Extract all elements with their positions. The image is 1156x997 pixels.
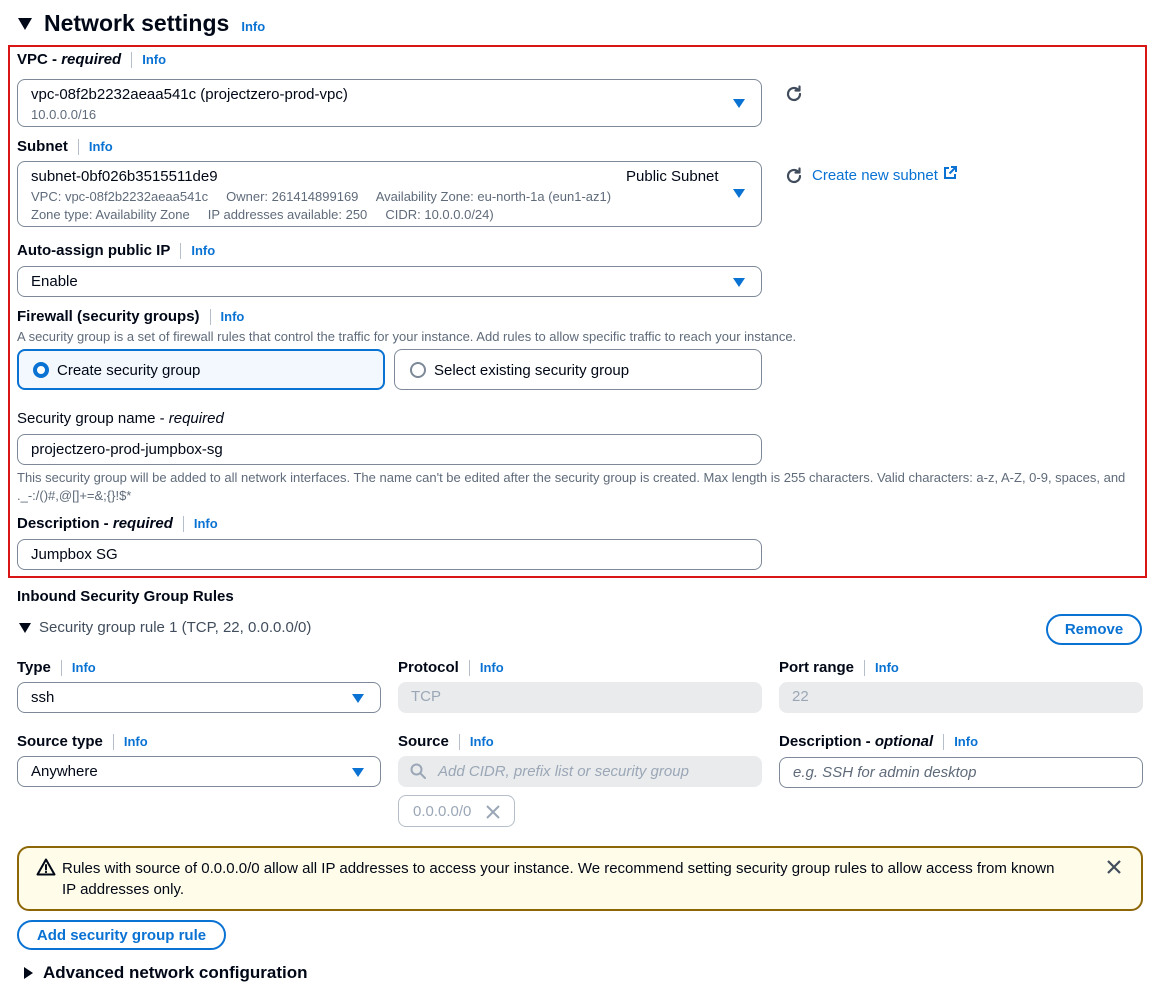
chevron-down-icon (733, 278, 745, 287)
vpc-cidr: 10.0.0.0/16 (31, 107, 97, 122)
section-info-link[interactable]: Info (241, 19, 265, 34)
firewall-description: A security group is a set of firewall ru… (17, 329, 797, 344)
subnet-details-line1: VPC: vpc-08f2b2232aeaa541c Owner: 261414… (31, 189, 612, 204)
source-input: Add CIDR, prefix list or security group (398, 756, 762, 787)
type-info-link[interactable]: Info (72, 660, 96, 675)
auto-ip-info-link[interactable]: Info (191, 243, 215, 258)
close-icon[interactable] (1106, 859, 1122, 880)
vpc-value: vpc-08f2b2232aeaa541c (projectzero-prod-… (31, 86, 348, 103)
radio-unselected-icon (410, 362, 426, 378)
vpc-label: VPC - required Info (17, 51, 167, 68)
warning-icon (36, 858, 56, 881)
protocol-info-link[interactable]: Info (480, 660, 504, 675)
remove-rule-button[interactable]: Remove (1046, 614, 1142, 645)
type-label: Type Info (17, 659, 96, 676)
subnet-tag: Public Subnet (626, 168, 719, 185)
chevron-down-icon (733, 99, 745, 108)
protocol-label: Protocol Info (398, 659, 504, 676)
rule-description-label: Description - optional Info (779, 733, 979, 750)
advanced-network-toggle[interactable]: Advanced network configuration (24, 963, 307, 983)
refresh-subnet-icon[interactable] (784, 166, 804, 191)
warning-text: Rules with source of 0.0.0.0/0 allow all… (62, 860, 1055, 898)
description-label: Description - required Info (17, 515, 218, 532)
rule-description-input[interactable]: e.g. SSH for admin desktop (779, 757, 1143, 788)
caret-right-icon (24, 967, 33, 979)
sg-name-input[interactable]: projectzero-prod-jumpbox-sg (17, 434, 762, 465)
subnet-info-link[interactable]: Info (89, 139, 113, 154)
port-input: 22 (779, 682, 1143, 713)
vpc-select[interactable]: vpc-08f2b2232aeaa541c (projectzero-prod-… (17, 79, 762, 127)
port-label: Port range Info (779, 659, 899, 676)
source-type-info-link[interactable]: Info (124, 734, 148, 749)
create-sg-option[interactable]: Create security group (17, 349, 385, 390)
caret-down-icon (19, 622, 31, 633)
subnet-select[interactable]: subnet-0bf026b3515511de9 Public Subnet V… (17, 161, 762, 227)
source-label: Source Info (398, 733, 494, 750)
search-icon (410, 763, 426, 784)
firewall-label: Firewall (security groups) Info (17, 308, 245, 325)
chevron-down-icon (352, 694, 364, 703)
section-title: Network settings (44, 10, 230, 36)
source-type-select[interactable]: Anywhere (17, 756, 381, 787)
protocol-input: TCP (398, 682, 762, 713)
radio-selected-icon (33, 362, 49, 378)
description-input[interactable]: Jumpbox SG (17, 539, 762, 570)
caret-down-icon (18, 17, 32, 30)
sg-name-label: Security group name - required (17, 410, 224, 427)
existing-sg-option[interactable]: Select existing security group (394, 349, 762, 390)
source-type-label: Source type Info (17, 733, 148, 750)
subnet-details-line2: Zone type: Availability Zone IP addresse… (31, 207, 494, 222)
chevron-down-icon (352, 768, 364, 777)
create-subnet-link[interactable]: Create new subnet (812, 166, 957, 184)
refresh-vpc-icon[interactable] (784, 84, 804, 109)
subnet-label: Subnet Info (17, 138, 113, 155)
port-info-link[interactable]: Info (875, 660, 899, 675)
auto-ip-select[interactable]: Enable (17, 266, 762, 297)
firewall-info-link[interactable]: Info (221, 309, 245, 324)
description-info-link[interactable]: Info (194, 516, 218, 531)
source-info-link[interactable]: Info (470, 734, 494, 749)
add-rule-button[interactable]: Add security group rule (17, 920, 226, 950)
rule-description-info-link[interactable]: Info (954, 734, 978, 749)
auto-ip-value: Enable (31, 273, 78, 290)
subnet-value: subnet-0bf026b3515511de9 (31, 168, 218, 185)
close-icon[interactable] (485, 804, 501, 825)
vpc-info-link[interactable]: Info (142, 52, 166, 67)
external-link-icon (943, 166, 957, 184)
auto-ip-label: Auto-assign public IP Info (17, 242, 216, 259)
source-token: 0.0.0.0/0 (398, 795, 515, 827)
inbound-title: Inbound Security Group Rules (17, 588, 234, 605)
type-select[interactable]: ssh (17, 682, 381, 713)
warning-alert: Rules with source of 0.0.0.0/0 allow all… (17, 846, 1143, 911)
section-header[interactable]: Network settings Info (18, 10, 265, 37)
sg-name-help: This security group will be added to all… (17, 470, 1126, 503)
rule-toggle[interactable]: Security group rule 1 (TCP, 22, 0.0.0.0/… (19, 619, 311, 636)
chevron-down-icon (733, 189, 745, 198)
description-value: Jumpbox SG (31, 546, 118, 563)
sg-name-value: projectzero-prod-jumpbox-sg (31, 441, 223, 458)
